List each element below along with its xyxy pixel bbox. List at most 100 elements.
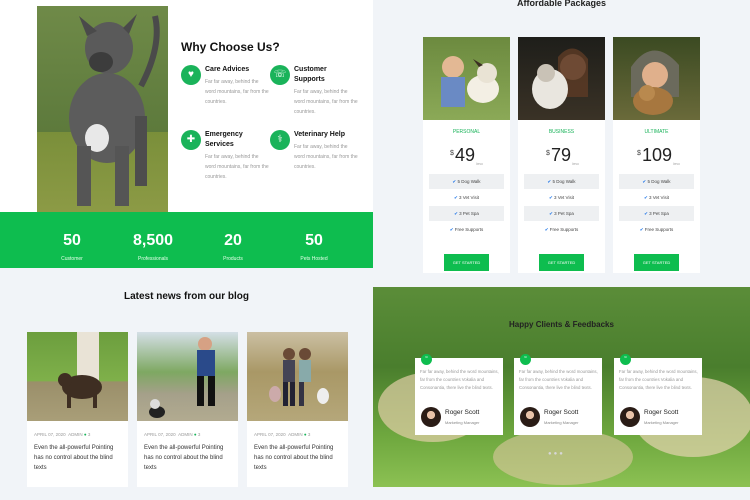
package-price: 109 <box>642 145 673 165</box>
stat-label: Pets Hosted <box>300 256 328 262</box>
package-name: PERSONAL <box>452 129 481 135</box>
blog-title: Latest news from our blog <box>123 291 249 302</box>
package-name: ULTIMATE <box>644 129 669 135</box>
package-feature: ✔ 3 Pet Spa <box>619 206 694 221</box>
package-feature: ✔ 5 Dog Walk <box>524 174 599 189</box>
blog-section: Latest news from our blog APRIL 07, 2020… <box>0 268 373 500</box>
check-icon: ✔ <box>449 227 454 232</box>
stat-value: 50 <box>305 232 323 249</box>
blog-photo[interactable] <box>27 332 128 421</box>
stat-label: Customer <box>61 256 83 262</box>
check-icon: ✔ <box>642 179 647 184</box>
package-feature: ✔ Free Supports <box>639 227 674 232</box>
package-feature: ✔ 5 Dog Walk <box>429 174 504 189</box>
get-started-button[interactable]: GET STARTED <box>444 254 489 271</box>
check-icon: ✔ <box>454 211 458 216</box>
check-icon: ✔ <box>544 227 549 232</box>
package-feature: ✔ 3 Vet Visit <box>454 195 479 200</box>
feature-desc: Far far away, behind the word mountains,… <box>294 144 358 170</box>
comment-icon: ● <box>303 432 307 437</box>
packages-title: Affordable Packages <box>516 0 607 8</box>
stat-value: 8,500 <box>132 232 174 249</box>
per-month: /mo <box>476 161 483 166</box>
check-icon: ✔ <box>547 179 552 184</box>
client-role: Marketing Manager <box>544 420 579 425</box>
avatar <box>520 407 540 427</box>
testimonial-text: Far far away, behind the word mountains,… <box>420 369 499 390</box>
blog-card[interactable]: APRIL 07, 2020 ADMIN ● 3 Even the all-po… <box>27 332 128 487</box>
get-started-button[interactable]: GET STARTED <box>634 254 679 271</box>
client-role: Marketing Manager <box>644 420 679 425</box>
quote-icon: “ <box>421 354 432 365</box>
currency-symbol: $ <box>450 150 454 157</box>
testimonials-section: Happy Clients & Feedbacks “ Far far away… <box>373 287 750 487</box>
check-icon: ✔ <box>639 227 644 232</box>
per-month: /mo <box>673 161 680 166</box>
stat-label: Products <box>223 256 243 262</box>
feature-title: Veterinary Help <box>294 131 345 138</box>
quote-icon: “ <box>620 354 631 365</box>
post-title[interactable]: Even the all-powerful Pointing has no co… <box>144 443 234 473</box>
package-feature: ✔ Free Supports <box>544 227 579 232</box>
currency-symbol: $ <box>637 150 641 157</box>
package-card-ultimate: ULTIMATE $ 109 /mo ✔ 5 Dog Walk ✔ 3 Vet … <box>613 37 700 273</box>
feature-desc: Far far away, behind the word mountains,… <box>294 89 358 115</box>
client-name: Roger Scott <box>644 409 679 416</box>
check-icon: ✔ <box>549 211 553 216</box>
veterinary-icon: ⚕ <box>270 130 290 150</box>
post-meta: APRIL 07, 2020 ADMIN ● 3 <box>254 432 311 437</box>
quote-icon: “ <box>520 354 531 365</box>
get-started-button[interactable]: GET STARTED <box>539 254 584 271</box>
stat-label: Professionals <box>137 256 168 262</box>
check-icon: ✔ <box>549 195 553 200</box>
blog-photo[interactable] <box>247 332 348 421</box>
package-feature: ✔ Free Supports <box>449 227 484 232</box>
package-price: 79 <box>551 145 572 165</box>
stat-value: 20 <box>224 232 242 249</box>
package-photo <box>518 37 605 120</box>
package-photo <box>423 37 510 120</box>
feature-desc: Far far away, behind the word mountains,… <box>205 154 269 180</box>
post-title[interactable]: Even the all-powerful Pointing has no co… <box>34 443 124 473</box>
package-card-personal: PERSONAL $ 49 /mo ✔ 5 Dog Walk ✔ 3 Vet V… <box>423 37 510 273</box>
check-icon: ✔ <box>454 195 458 200</box>
why-choose-title: Why Choose Us? <box>181 40 280 54</box>
currency-symbol: $ <box>546 150 550 157</box>
avatar <box>620 407 640 427</box>
blog-card[interactable]: APRIL 07, 2020 ADMIN ● 3 Even the all-po… <box>247 332 348 487</box>
dog-photo <box>37 6 168 216</box>
feature-desc: Far far away, behind the word mountains,… <box>205 79 269 105</box>
package-card-business: BUSINESS $ 79 /mo ✔ 5 Dog Walk ✔ 3 Vet V… <box>518 37 605 273</box>
comment-icon: ● <box>193 432 197 437</box>
pet-care-icon: ♥ <box>181 65 201 85</box>
per-month: /mo <box>572 161 579 166</box>
stat-value: 50 <box>63 232 81 249</box>
emergency-icon: ✚ <box>181 130 201 150</box>
testimonial-card: “ Far far away, behind the word mountain… <box>614 354 702 435</box>
package-feature: ✔ 5 Dog Walk <box>619 174 694 189</box>
feature-title: Care Advices <box>205 66 250 73</box>
avatar <box>421 407 441 427</box>
post-title[interactable]: Even the all-powerful Pointing has no co… <box>254 443 344 473</box>
support-icon: ☏ <box>270 65 290 85</box>
package-feature: ✔ 3 Pet Spa <box>524 206 599 221</box>
carousel-dots[interactable]: ●●● <box>548 451 565 457</box>
client-name: Roger Scott <box>445 409 480 416</box>
blog-photo[interactable] <box>137 332 238 421</box>
package-price: 49 <box>455 145 476 165</box>
check-icon: ✔ <box>644 211 648 216</box>
why-choose-section: Why Choose Us? ♥ Care Advices Far far aw… <box>0 0 373 268</box>
package-name: BUSINESS <box>548 129 575 135</box>
post-meta: APRIL 07, 2020 ADMIN ● 3 <box>144 432 201 437</box>
blog-card[interactable]: APRIL 07, 2020 ADMIN ● 3 Even the all-po… <box>137 332 238 487</box>
comment-icon: ● <box>83 432 87 437</box>
post-meta: APRIL 07, 2020 ADMIN ● 3 <box>34 432 91 437</box>
testimonial-card: “ Far far away, behind the word mountain… <box>514 354 602 435</box>
testimonials-title: Happy Clients & Feedbacks <box>509 320 614 329</box>
check-icon: ✔ <box>644 195 648 200</box>
feature-title: Customer Supports <box>294 66 327 83</box>
stats-bar: 50 Customer 8,500 Professionals 20 Produ… <box>0 212 373 268</box>
testimonial-card: “ Far far away, behind the word mountain… <box>415 354 503 435</box>
package-feature: ✔ 3 Pet Spa <box>429 206 504 221</box>
client-name: Roger Scott <box>544 409 579 416</box>
